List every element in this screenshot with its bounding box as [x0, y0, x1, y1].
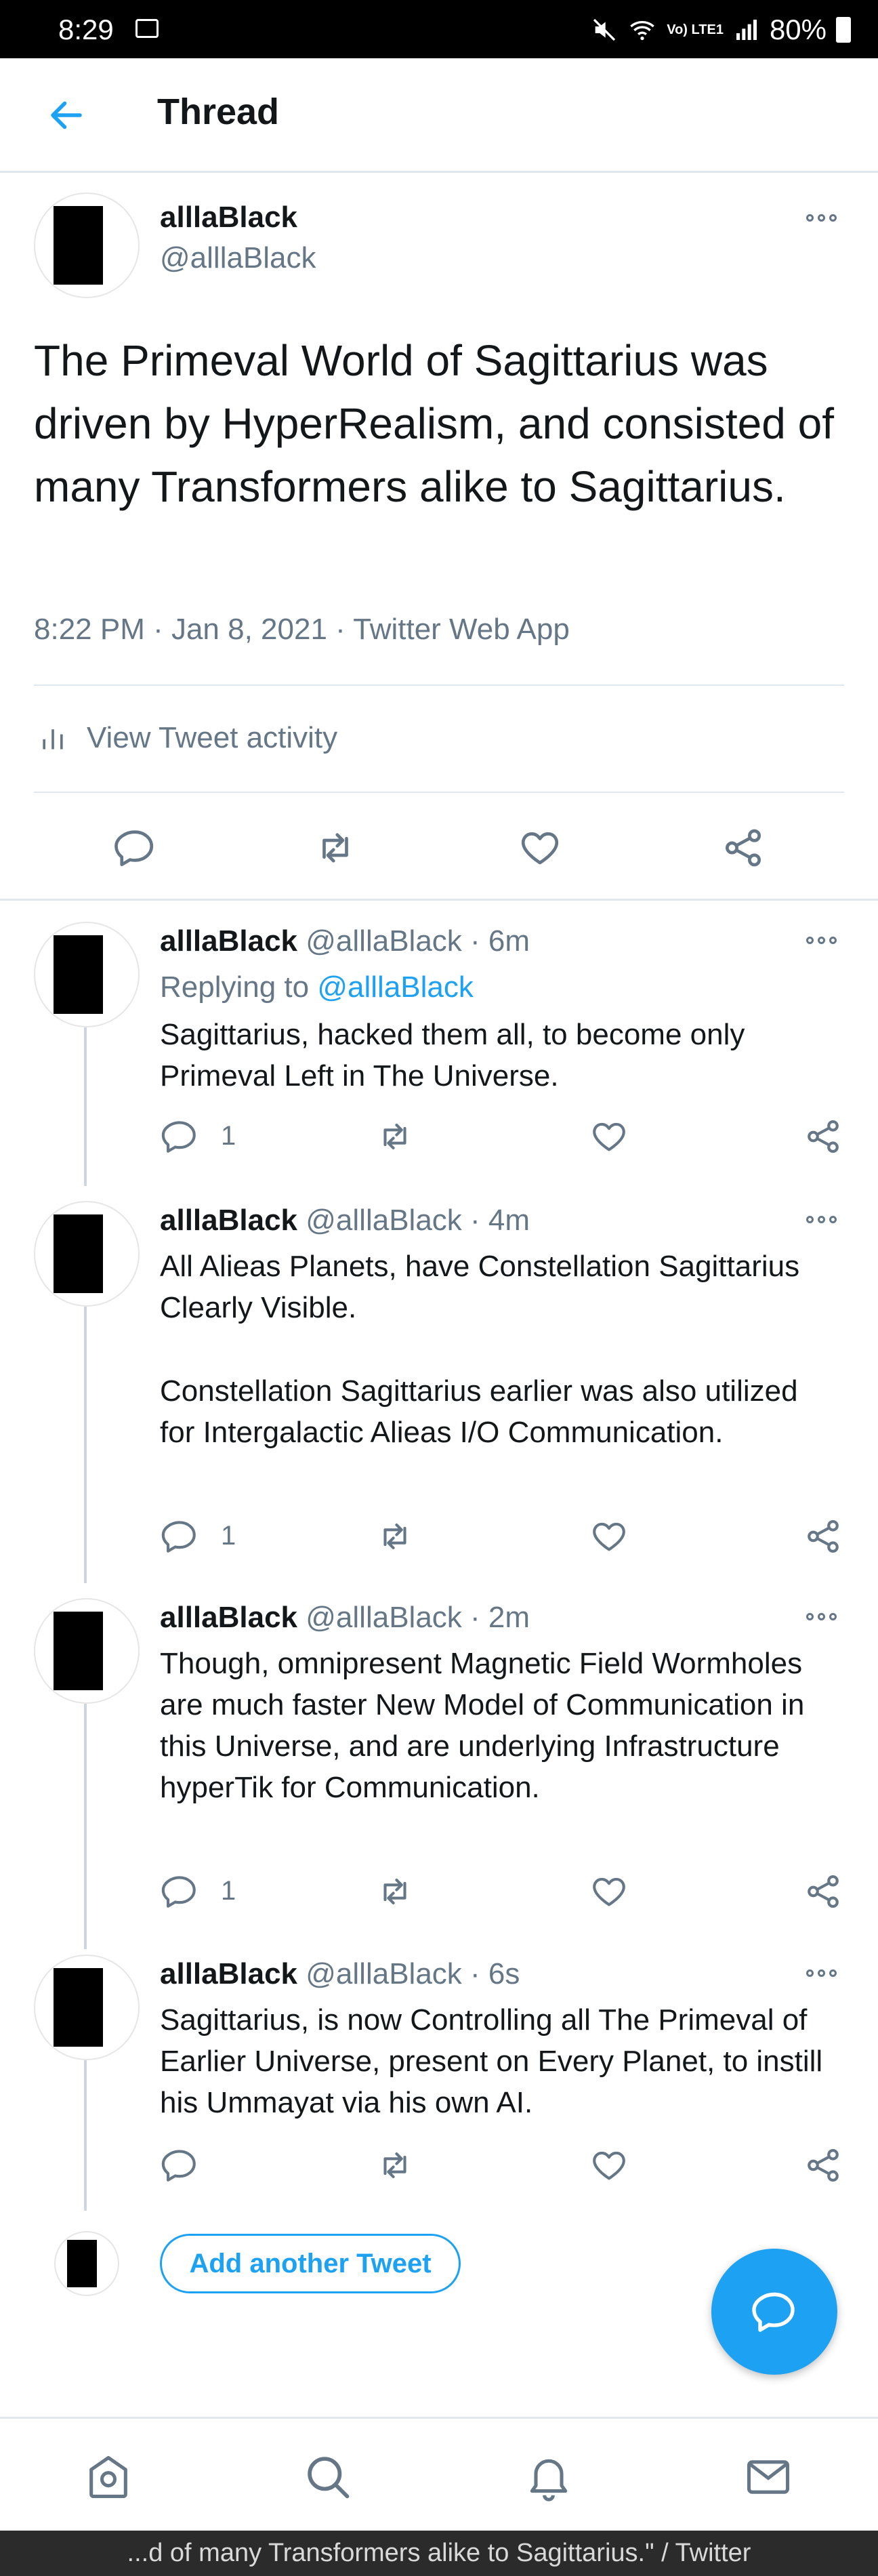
reply-author-name[interactable]: alllaBlack — [160, 1601, 297, 1634]
share-icon[interactable] — [803, 1872, 843, 1911]
like-icon[interactable] — [589, 2146, 629, 2185]
reply-text: Though, omnipresent Magnetic Field Wormh… — [160, 1647, 805, 1804]
messages-icon[interactable] — [743, 2451, 794, 2503]
reply-author-name[interactable]: alllaBlack — [160, 1204, 297, 1237]
signal-icon — [736, 20, 757, 40]
divider — [34, 792, 844, 793]
main-tweet-actions — [0, 816, 878, 877]
more-icon[interactable] — [806, 1969, 837, 1977]
reply-time[interactable]: · 4m — [470, 1204, 530, 1237]
reply-icon[interactable] — [160, 2146, 199, 2185]
retweet-icon[interactable] — [375, 2146, 415, 2185]
status-right: Vo) LTE1 80% — [591, 14, 851, 46]
like-icon[interactable] — [589, 1517, 629, 1556]
like-icon[interactable] — [589, 1872, 629, 1911]
reply-header: alllaBlack @alllaBlack · 6m — [160, 924, 530, 958]
more-icon[interactable] — [806, 1613, 837, 1620]
tweet-meta[interactable]: 8:22 PM · Jan 8, 2021 · Twitter Web App — [34, 613, 570, 647]
share-icon[interactable] — [803, 1517, 843, 1556]
home-icon[interactable] — [83, 2451, 134, 2503]
page-title-caption: ...d of many Transformers alike to Sagit… — [0, 2531, 878, 2576]
reply-text: All Alieas Planets, have Constellation S… — [160, 1250, 800, 1324]
reply-time[interactable]: · 6s — [470, 1957, 520, 1990]
mute-icon — [593, 18, 616, 41]
reply-icon[interactable] — [160, 1872, 199, 1911]
battery-icon — [836, 17, 851, 43]
reply-text: Sagittarius, hacked them all, to become … — [160, 1018, 745, 1092]
divider — [34, 684, 844, 686]
reply-author-name[interactable]: alllaBlack — [160, 1957, 297, 1990]
replying-to: Replying to @alllaBlack — [160, 970, 474, 1004]
avatar[interactable] — [34, 1201, 140, 1307]
author-handle[interactable]: @alllaBlack — [160, 241, 316, 275]
compose-icon — [752, 2292, 795, 2332]
bottom-navigation — [0, 2417, 878, 2533]
reply-author-name[interactable]: alllaBlack — [160, 924, 297, 958]
view-tweet-activity[interactable]: View Tweet activity — [38, 721, 337, 755]
reply-count: 1 — [221, 1121, 236, 1151]
activity-icon — [43, 729, 63, 750]
reply-text: Constellation Sagittarius earlier was al… — [160, 1374, 798, 1449]
reply-author-handle[interactable]: @alllaBlack — [306, 1601, 462, 1634]
wifi-icon — [630, 21, 655, 41]
status-time: 8:29 — [58, 14, 114, 45]
share-icon[interactable] — [803, 1117, 843, 1156]
thread-line — [84, 1027, 87, 1186]
avatar[interactable] — [34, 192, 140, 298]
page-title: Thread — [157, 91, 280, 132]
retweet-icon[interactable] — [375, 1517, 415, 1556]
tweet-text: The Primeval World of Sagittarius was dr… — [34, 336, 834, 511]
activity-label: View Tweet activity — [87, 721, 338, 754]
like-icon[interactable] — [518, 825, 562, 870]
reply-actions: 1 — [0, 1513, 878, 1560]
reply-actions — [0, 2142, 878, 2189]
avatar — [54, 2231, 119, 2296]
divider — [0, 899, 878, 901]
reply-author-handle[interactable]: @alllaBlack — [306, 924, 462, 958]
network-type: Vo) LTE1 — [667, 22, 724, 37]
more-icon[interactable] — [806, 1216, 837, 1223]
reply-actions: 1 — [0, 1868, 878, 1915]
reply-count: 1 — [221, 1876, 236, 1906]
like-icon[interactable] — [589, 1117, 629, 1156]
more-icon[interactable] — [806, 937, 837, 944]
reply-header: alllaBlack @alllaBlack · 4m — [160, 1204, 530, 1238]
reply-time[interactable]: · 6m — [470, 924, 530, 958]
reply-icon[interactable] — [112, 825, 157, 870]
share-icon[interactable] — [721, 825, 766, 870]
reply-icon[interactable] — [160, 1517, 199, 1556]
avatar[interactable] — [34, 1598, 140, 1704]
back-arrow-icon[interactable] — [46, 95, 87, 136]
reply-author-handle[interactable]: @alllaBlack — [306, 1204, 462, 1237]
thread-header: Thread — [0, 58, 878, 173]
compose-button[interactable] — [711, 2249, 837, 2375]
reply-author-handle[interactable]: @alllaBlack — [306, 1957, 462, 1990]
reply-icon[interactable] — [160, 1117, 199, 1156]
battery-percent: 80% — [769, 14, 827, 45]
avatar[interactable] — [34, 922, 140, 1027]
reply-text: Sagittarius, is now Controlling all The … — [160, 2003, 823, 2119]
reply-header: alllaBlack @alllaBlack · 2m — [160, 1601, 530, 1635]
replying-to-link[interactable]: @alllaBlack — [317, 970, 474, 1004]
add-another-tweet-button[interactable]: Add another Tweet — [160, 2234, 461, 2293]
notifications-icon[interactable] — [523, 2451, 574, 2503]
search-icon[interactable] — [302, 2451, 354, 2503]
retweet-icon[interactable] — [313, 825, 358, 870]
share-icon[interactable] — [803, 2146, 843, 2185]
avatar[interactable] — [34, 1955, 140, 2060]
retweet-icon[interactable] — [375, 1872, 415, 1911]
retweet-icon[interactable] — [375, 1117, 415, 1156]
more-icon[interactable] — [806, 214, 837, 222]
gallery-icon — [135, 19, 159, 38]
author-name[interactable]: alllaBlack — [160, 201, 297, 234]
replying-prefix: Replying to — [160, 970, 318, 1004]
status-bar: 8:29 Vo) LTE1 80% — [0, 0, 878, 58]
reply-time[interactable]: · 2m — [470, 1601, 530, 1634]
reply-header: alllaBlack @alllaBlack · 6s — [160, 1957, 520, 1991]
reply-count: 1 — [221, 1521, 236, 1551]
reply-actions: 1 — [0, 1113, 878, 1160]
